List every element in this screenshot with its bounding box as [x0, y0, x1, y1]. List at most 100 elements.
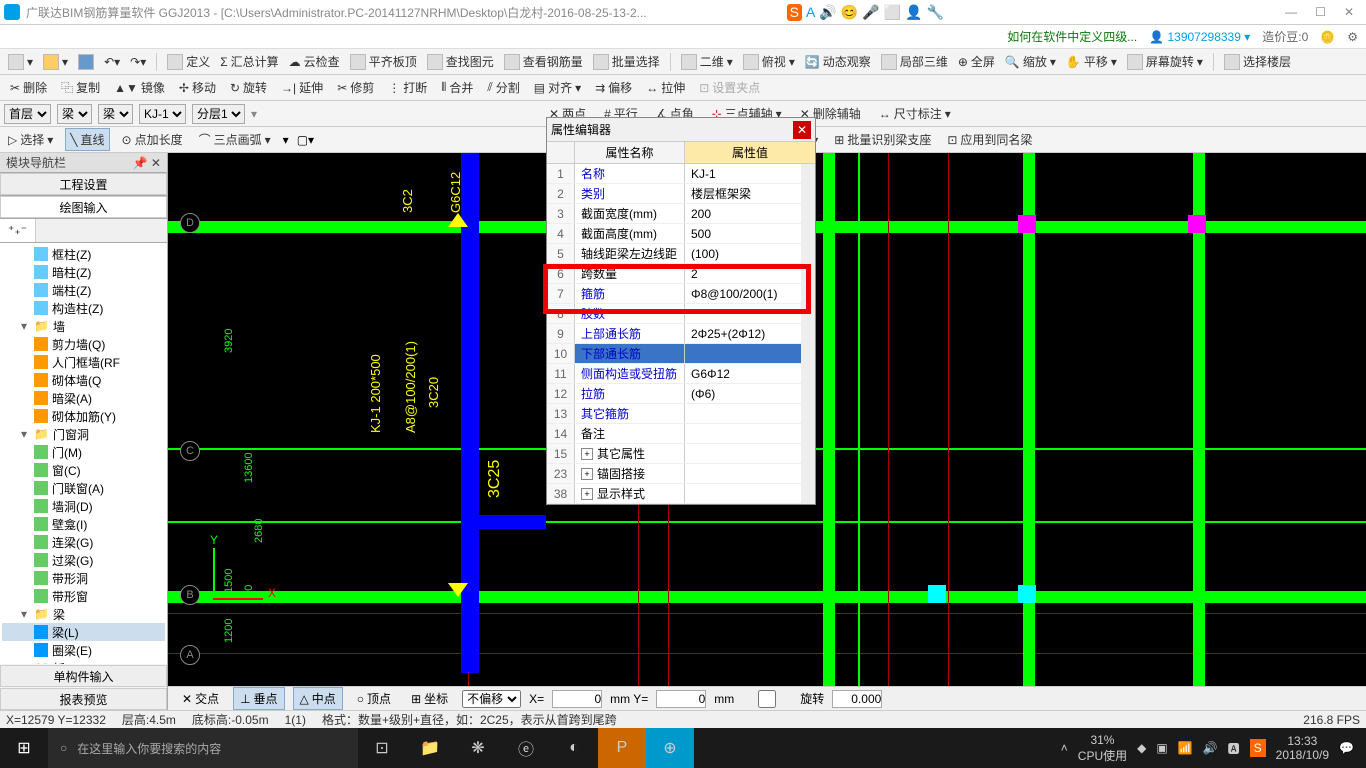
task-app1-icon[interactable]: ❋	[454, 728, 502, 768]
screen-rotate-button[interactable]: 屏幕旋转▾	[1123, 51, 1207, 72]
cpu-meter[interactable]: 31%CPU使用	[1078, 733, 1127, 764]
snap-mid[interactable]: △ 中点	[293, 687, 343, 710]
task-edge-icon[interactable]: ⓔ	[502, 728, 550, 768]
new-button[interactable]: ▾	[4, 52, 37, 72]
dynamic-view-button[interactable]: 🔄动态观察	[801, 51, 875, 72]
prop-row[interactable]: 15+其它属性	[547, 444, 815, 464]
prop-row[interactable]: 3截面宽度(mm)200	[547, 204, 815, 224]
offset-mode[interactable]: 不偏移	[462, 690, 521, 708]
rotate-input[interactable]	[832, 690, 882, 708]
redo-button[interactable]: ↷▾	[126, 53, 150, 71]
pan-button[interactable]: ✋平移▾	[1062, 51, 1121, 72]
clock[interactable]: 13:332018/10/9	[1276, 734, 1329, 762]
prop-row[interactable]: 5轴线距梁左边线距(100)	[547, 244, 815, 264]
open-button[interactable]: ▾	[39, 52, 72, 72]
task-view-icon[interactable]: ⊡	[358, 728, 406, 768]
tray-icon1[interactable]: ◆	[1137, 741, 1146, 755]
line-tool[interactable]: ╲ 直线	[65, 128, 109, 151]
zoom-button[interactable]: 🔍缩放▾	[1001, 51, 1060, 72]
tray-vol-icon[interactable]: 🔊	[1203, 741, 1218, 755]
task-folder-icon[interactable]: 📁	[406, 728, 454, 768]
x-input[interactable]	[552, 690, 602, 708]
top-view-button[interactable]: 俯视▾	[739, 51, 799, 72]
y-input[interactable]	[656, 690, 706, 708]
settings-icon[interactable]: ⚙	[1347, 30, 1358, 44]
offset-button[interactable]: ⇉ 偏移	[589, 77, 638, 98]
stretch-button[interactable]: ↔ 拉伸	[640, 77, 691, 98]
floor-select[interactable]: 首层	[4, 104, 51, 124]
prop-row[interactable]: 1名称KJ-1	[547, 164, 815, 184]
draw-input-button[interactable]: 绘图输入	[0, 196, 167, 218]
define-button[interactable]: 定义	[163, 51, 214, 72]
setgrip-button[interactable]: ⊡ 设置夹点	[693, 77, 766, 98]
close-button[interactable]: ✕	[1344, 5, 1354, 19]
element-tree[interactable]: 框柱(Z) 暗柱(Z) 端柱(Z) 构造柱(Z) ▾📁墙 剪力墙(Q) 人门框墙…	[0, 243, 167, 664]
prop-row[interactable]: 11侧面构造或受扭筋G6Φ12	[547, 364, 815, 384]
fullscreen-button[interactable]: ⊕全屏	[954, 51, 999, 72]
2d-button[interactable]: 二维▾	[677, 51, 737, 72]
trim-button[interactable]: ✂ 修剪	[331, 77, 380, 98]
element-select[interactable]: KJ-1	[139, 104, 186, 124]
rotate-checkbox[interactable]	[742, 690, 792, 708]
break-button[interactable]: ⋮ 打断	[382, 77, 433, 98]
search-box[interactable]: ○ 在这里输入你要搜索的内容	[48, 728, 358, 768]
mirror-button[interactable]: ▲▼ 镜像	[108, 77, 171, 98]
tray-ime-icon[interactable]: 🅰	[1228, 740, 1240, 757]
promo-link[interactable]: 如何在软件中定义四级...	[1007, 28, 1137, 45]
start-button[interactable]: ⊞	[0, 728, 48, 768]
dim-button[interactable]: ↔ 尺寸标注▾	[873, 103, 957, 124]
local-3d-button[interactable]: 局部三维	[877, 51, 952, 72]
prop-row[interactable]: 2类别楼层框架梁	[547, 184, 815, 204]
task-pdf-icon[interactable]: P	[598, 728, 646, 768]
find-elem-button[interactable]: 查找图元	[423, 51, 498, 72]
tray-up-icon[interactable]: ˄	[1061, 741, 1068, 755]
tree-tab[interactable]: ⁺₊⁻	[0, 219, 36, 242]
select-floor-button[interactable]: 选择楼层	[1220, 51, 1295, 72]
split-button[interactable]: ⫽ 分割	[481, 77, 525, 98]
batchid-button[interactable]: ⊞ 批量识别梁支座	[830, 129, 935, 150]
span-select[interactable]: 分层1	[192, 104, 245, 124]
sum-button[interactable]: Σ汇总计算	[216, 51, 282, 72]
prop-row[interactable]: 7箍筋Φ8@100/200(1)	[547, 284, 815, 304]
subcat-select[interactable]: 梁	[98, 104, 133, 124]
batch-select-button[interactable]: 批量选择	[589, 51, 664, 72]
move-button[interactable]: ✢ 移动	[173, 77, 222, 98]
task-app2-icon[interactable]: ◐	[550, 728, 598, 768]
delete-button[interactable]: ✂ 删除	[4, 77, 53, 98]
tray-icon2[interactable]: ▣	[1156, 741, 1167, 755]
task-ggj-icon[interactable]: ⊕	[646, 728, 694, 768]
category-select[interactable]: 梁	[57, 104, 92, 124]
prop-row[interactable]: 23+锚固搭接	[547, 464, 815, 484]
tray-net-icon[interactable]: 📶	[1178, 741, 1193, 755]
arc3-tool[interactable]: ⌒ 三点画弧▾	[195, 129, 275, 150]
snap-perp[interactable]: ⊥ 垂点	[233, 687, 284, 710]
pin-icon[interactable]: 📌 ✕	[133, 156, 161, 170]
snap-coord[interactable]: ⊞ 坐标	[405, 688, 454, 709]
prop-row[interactable]: 14备注	[547, 424, 815, 444]
view-rebar-button[interactable]: 查看钢筋量	[500, 51, 587, 72]
align-button[interactable]: ▤ 对齐▾	[528, 77, 587, 98]
scrollbar[interactable]	[801, 164, 815, 504]
maximize-button[interactable]: ☐	[1315, 5, 1326, 19]
rotate-button[interactable]: ↻ 旋转	[224, 77, 273, 98]
report-preview-button[interactable]: 报表预览	[0, 688, 167, 710]
prop-row[interactable]: 38+显示样式	[547, 484, 815, 504]
prop-row[interactable]: 10下部通长筋	[547, 344, 815, 364]
undo-button[interactable]: ↶▾	[100, 53, 124, 71]
copy-button[interactable]: ⿻ 复制	[55, 77, 106, 98]
minimize-button[interactable]: —	[1285, 5, 1297, 19]
save-button[interactable]	[74, 52, 98, 72]
prop-row[interactable]: 8肢数	[547, 304, 815, 324]
extend-button[interactable]: →| 延伸	[275, 77, 329, 98]
select-tool[interactable]: ▷ 选择▾	[4, 129, 57, 150]
snap-vertex[interactable]: ○ 顶点	[351, 688, 397, 709]
single-input-button[interactable]: 单构件输入	[0, 665, 167, 687]
flat-top-button[interactable]: 平齐板顶	[346, 51, 421, 72]
ime-toolbar[interactable]: S A🔊😊🎤⬜👤🔧	[787, 4, 944, 21]
cloud-check-button[interactable]: ☁云检查	[285, 51, 344, 72]
snap-intersect[interactable]: ✕ 交点	[176, 688, 225, 709]
prop-row[interactable]: 12拉筋(Φ6)	[547, 384, 815, 404]
prop-row[interactable]: 9上部通长筋2Φ25+(2Φ12)	[547, 324, 815, 344]
prop-row[interactable]: 13其它箍筋	[547, 404, 815, 424]
prop-row[interactable]: 6跨数量2	[547, 264, 815, 284]
